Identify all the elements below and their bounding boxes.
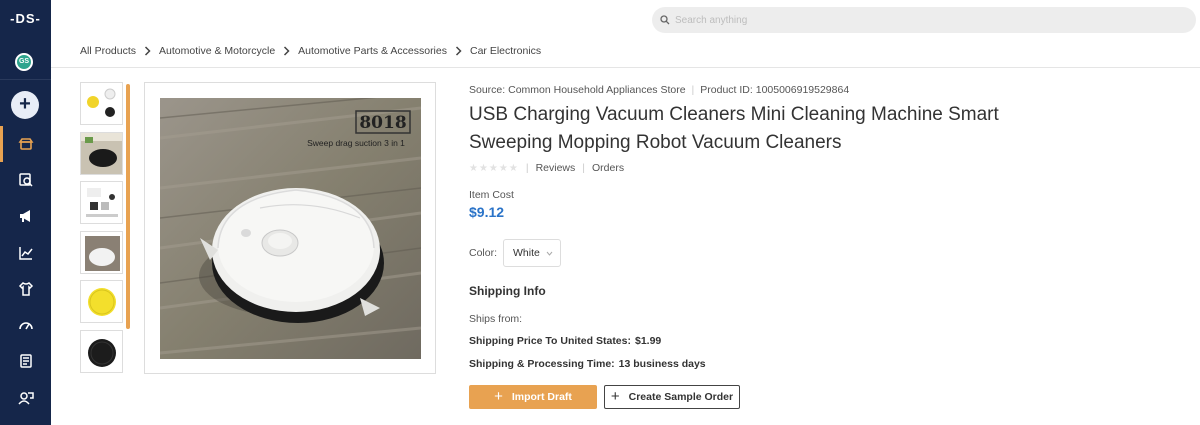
- create-sample-order-button[interactable]: + Create Sample Order: [604, 385, 740, 409]
- chevron-right-icon: [455, 46, 462, 56]
- color-value: White: [513, 247, 540, 259]
- header-divider: [51, 67, 1200, 68]
- tshirt-icon: [18, 282, 33, 296]
- sidebar-item-marketing[interactable]: [0, 198, 51, 234]
- avatar[interactable]: GS: [15, 53, 33, 71]
- support-icon: [17, 392, 34, 405]
- create-sample-order-label: Create Sample Order: [628, 391, 734, 403]
- add-button[interactable]: +: [11, 91, 39, 119]
- color-label: Color:: [469, 247, 498, 259]
- app-logo[interactable]: -DS-: [0, 11, 51, 26]
- shipping-price-label: Shipping Price To United States:: [469, 335, 631, 347]
- sidebar-item-store[interactable]: [0, 126, 51, 162]
- separator: |: [525, 162, 529, 174]
- main-product-image[interactable]: 8018 Sweep drag suction 3 in 1: [144, 82, 436, 374]
- sidebar-item-product-search[interactable]: [0, 162, 51, 198]
- shipping-info-title: Shipping Info: [469, 284, 546, 298]
- store-icon: [18, 138, 33, 150]
- chevron-right-icon: [145, 46, 151, 56]
- rating-stars: ★★★★★: [469, 162, 519, 174]
- thumbnail[interactable]: [80, 181, 123, 224]
- sidebar: -DS- GS +: [0, 0, 51, 425]
- breadcrumb-item[interactable]: Car Electronics: [470, 45, 541, 57]
- import-draft-button[interactable]: + Import Draft: [469, 385, 597, 409]
- breadcrumb-item[interactable]: Automotive & Motorcycle: [159, 45, 275, 57]
- breadcrumb-item[interactable]: All Products: [80, 45, 136, 57]
- plus-icon: +: [610, 388, 620, 405]
- ships-from-label: Ships from:: [469, 313, 523, 325]
- search-input[interactable]: [675, 14, 1155, 26]
- product-search-icon: [18, 173, 33, 187]
- image-badge: 8018: [359, 113, 406, 133]
- source-store[interactable]: Common Household Appliances Store: [508, 84, 685, 96]
- document-icon: [19, 354, 32, 368]
- shipping-time-label: Shipping & Processing Time:: [469, 358, 615, 370]
- import-draft-label: Import Draft: [511, 391, 572, 403]
- thumbnail[interactable]: [80, 330, 123, 373]
- shipping-price-value: $1.99: [635, 335, 662, 347]
- thumbnail[interactable]: [80, 132, 123, 175]
- search-bar[interactable]: [652, 7, 1196, 33]
- thumbnail-scrollbar[interactable]: [126, 84, 130, 329]
- sidebar-item-support[interactable]: [0, 380, 51, 416]
- shipping-price: Shipping Price To United States: $1.99: [469, 335, 661, 347]
- plus-icon: +: [494, 388, 503, 405]
- sidebar-item-analytics[interactable]: [0, 235, 51, 271]
- separator: |: [691, 84, 695, 96]
- sidebar-divider: [0, 79, 51, 80]
- search-icon: [660, 15, 670, 25]
- sidebar-item-orders[interactable]: [0, 343, 51, 379]
- shipping-time-value: 13 business days: [618, 358, 706, 370]
- item-cost-label: Item Cost: [469, 189, 514, 201]
- breadcrumb-item[interactable]: Automotive Parts & Accessories: [298, 45, 447, 57]
- rating-row: ★★★★★ | Reviews | Orders: [469, 162, 624, 174]
- thumbnail[interactable]: [80, 280, 123, 323]
- sidebar-item-dashboard[interactable]: [0, 307, 51, 343]
- chevron-down-icon: [546, 251, 553, 256]
- chevron-right-icon: [284, 46, 290, 56]
- source-line: Source: Common Household Appliances Stor…: [469, 84, 849, 96]
- item-cost-value: $9.12: [469, 204, 505, 220]
- megaphone-icon: [19, 210, 30, 222]
- thumbnail[interactable]: [80, 82, 123, 125]
- source-label: Source:: [469, 84, 506, 96]
- thumbnail[interactable]: [80, 231, 123, 274]
- image-caption: Sweep drag suction 3 in 1: [307, 138, 405, 148]
- product-title: USB Charging Vacuum Cleaners Mini Cleani…: [469, 104, 999, 153]
- shipping-time: Shipping & Processing Time: 13 business d…: [469, 358, 706, 370]
- orders-link[interactable]: Orders: [592, 162, 624, 174]
- product-id: 1005006919529864: [755, 84, 850, 96]
- color-select[interactable]: White: [503, 239, 561, 267]
- sidebar-item-products[interactable]: [0, 271, 51, 307]
- reviews-link[interactable]: Reviews: [536, 162, 576, 174]
- separator: |: [582, 162, 585, 174]
- product-id-label: Product ID:: [700, 84, 753, 96]
- speedometer-icon: [18, 322, 33, 330]
- breadcrumb: All Products Automotive & Motorcycle Aut…: [80, 45, 541, 57]
- chart-icon: [18, 247, 33, 260]
